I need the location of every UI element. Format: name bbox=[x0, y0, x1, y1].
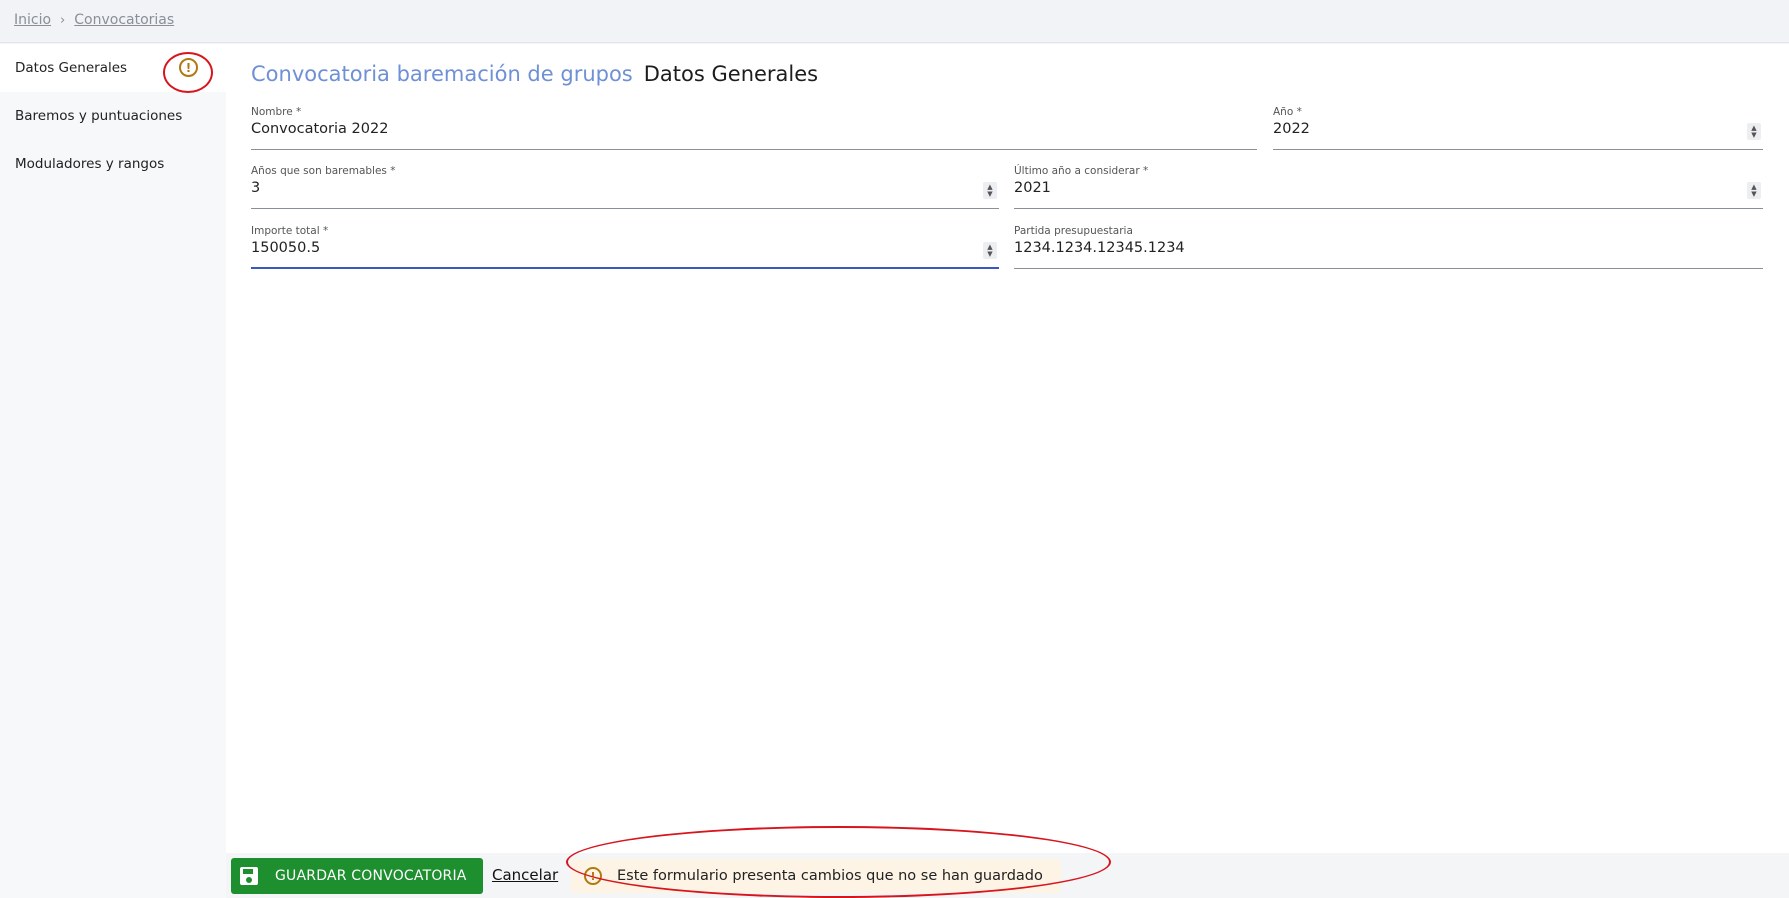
chevron-up-down-icon[interactable]: ▲ ▼ bbox=[983, 182, 997, 199]
ultimo-anio-field: Último año a considerar * ▲▼ bbox=[1014, 165, 1763, 209]
partida-field: Partida presupuestaria bbox=[1014, 225, 1763, 269]
importe-total-field: Importe total * ▲▼ bbox=[251, 225, 999, 269]
nombre-label: Nombre * bbox=[251, 106, 302, 118]
sidebar: Datos Generales ! Baremos y puntuaciones… bbox=[0, 44, 226, 898]
anio-label: Año * bbox=[1273, 106, 1302, 118]
sidebar-item-baremos[interactable]: Baremos y puntuaciones bbox=[0, 92, 226, 140]
warning-icon: ! bbox=[179, 58, 198, 77]
breadcrumb-inicio[interactable]: Inicio bbox=[14, 12, 51, 28]
breadcrumb: Inicio › Convocatorias bbox=[14, 12, 174, 28]
importe-total-label: Importe total * bbox=[251, 225, 329, 237]
top-bar: Inicio › Convocatorias bbox=[0, 0, 1789, 43]
anios-baremables-field: Años que son baremables * ▲▼ bbox=[251, 165, 999, 209]
chevron-up-down-icon[interactable]: ▲ ▼ bbox=[1747, 123, 1761, 140]
warning-icon: ! bbox=[584, 867, 602, 885]
page-title: Datos Generales bbox=[643, 62, 819, 86]
anio-input[interactable] bbox=[1273, 121, 1714, 137]
partida-label: Partida presupuestaria bbox=[1014, 225, 1133, 237]
breadcrumb-convocatorias[interactable]: Convocatorias bbox=[74, 12, 174, 28]
save-button-label: GUARDAR CONVOCATORIA bbox=[275, 868, 467, 884]
anios-baremables-input[interactable] bbox=[251, 180, 925, 196]
sidebar-item-label: Baremos y puntuaciones bbox=[15, 108, 183, 124]
chevron-up-down-icon[interactable]: ▲ ▼ bbox=[983, 242, 997, 259]
form-footer: GUARDAR CONVOCATORIA Cancelar ! Este for… bbox=[226, 853, 1789, 898]
unsaved-changes-banner: ! Este formulario presenta cambios que n… bbox=[571, 859, 1061, 893]
ultimo-anio-label: Último año a considerar * bbox=[1014, 165, 1149, 177]
chevron-right-icon: › bbox=[60, 12, 66, 28]
unsaved-message: Este formulario presenta cambios que no … bbox=[617, 868, 1043, 884]
main-content: Convocatoria baremación de grupos Datos … bbox=[226, 44, 1789, 853]
sidebar-item-moduladores[interactable]: Moduladores y rangos bbox=[0, 140, 226, 188]
cancel-button[interactable]: Cancelar bbox=[492, 866, 558, 884]
anios-baremables-label: Años que son baremables * bbox=[251, 165, 396, 177]
section-title: Convocatoria baremación de grupos bbox=[251, 62, 633, 86]
importe-total-input[interactable] bbox=[251, 240, 925, 256]
save-button[interactable]: GUARDAR CONVOCATORIA bbox=[231, 858, 483, 894]
ultimo-anio-input[interactable] bbox=[1014, 180, 1689, 196]
nombre-input[interactable] bbox=[251, 121, 1157, 137]
floppy-disk-icon bbox=[240, 867, 258, 885]
sidebar-item-label: Datos Generales bbox=[15, 60, 128, 76]
page-header: Convocatoria baremación de grupos Datos … bbox=[251, 62, 818, 86]
chevron-up-down-icon[interactable]: ▲ ▼ bbox=[1747, 182, 1761, 199]
sidebar-item-datos-generales[interactable]: Datos Generales ! bbox=[0, 44, 226, 92]
nombre-field: Nombre * bbox=[251, 106, 1257, 150]
sidebar-item-label: Moduladores y rangos bbox=[15, 156, 165, 172]
partida-input[interactable] bbox=[1014, 240, 1689, 256]
anio-field: Año * ▲▼ bbox=[1273, 106, 1763, 150]
